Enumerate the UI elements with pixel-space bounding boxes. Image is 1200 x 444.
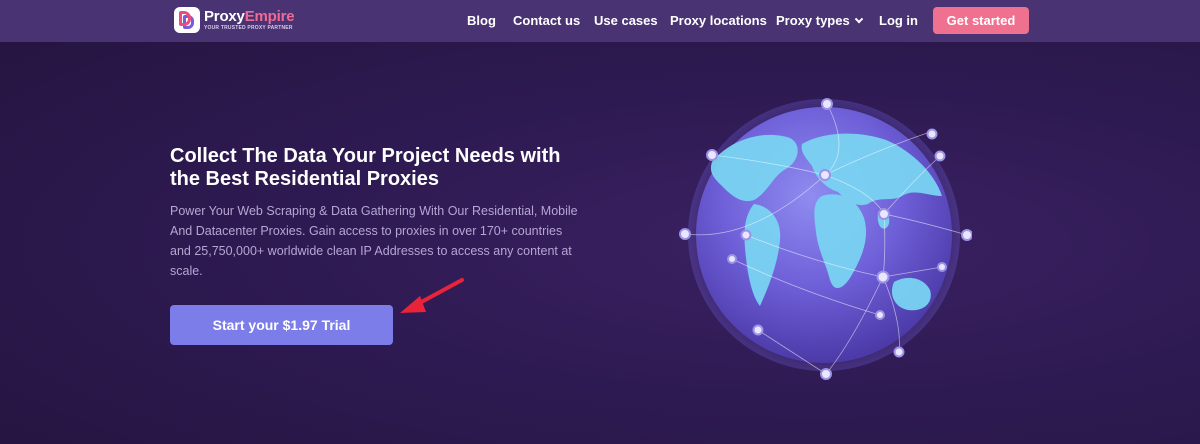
- globe-network-icon: [679, 98, 972, 380]
- chevron-down-icon: [854, 14, 863, 24]
- nav-proxy-locations[interactable]: Proxy locations: [670, 13, 767, 28]
- nav-log-in[interactable]: Log in: [879, 13, 918, 28]
- nav-contact-us[interactable]: Contact us: [513, 13, 580, 28]
- nav-use-cases[interactable]: Use cases: [594, 13, 658, 28]
- nav-proxy-types[interactable]: Proxy types: [776, 13, 863, 28]
- hero-title: Collect The Data Your Project Needs with…: [170, 145, 561, 190]
- nav-proxy-types-label: Proxy types: [776, 13, 850, 28]
- red-arrow-icon: [400, 278, 464, 313]
- get-started-button[interactable]: Get started: [933, 7, 1029, 34]
- top-navbar: ProxyEmpire YOUR TRUSTED PROXY PARTNER B…: [0, 0, 1200, 42]
- start-trial-button[interactable]: Start your $1.97 Trial: [170, 305, 393, 345]
- hero-subtitle: Power Your Web Scraping & Data Gathering…: [170, 204, 578, 278]
- nav-blog[interactable]: Blog: [467, 13, 496, 28]
